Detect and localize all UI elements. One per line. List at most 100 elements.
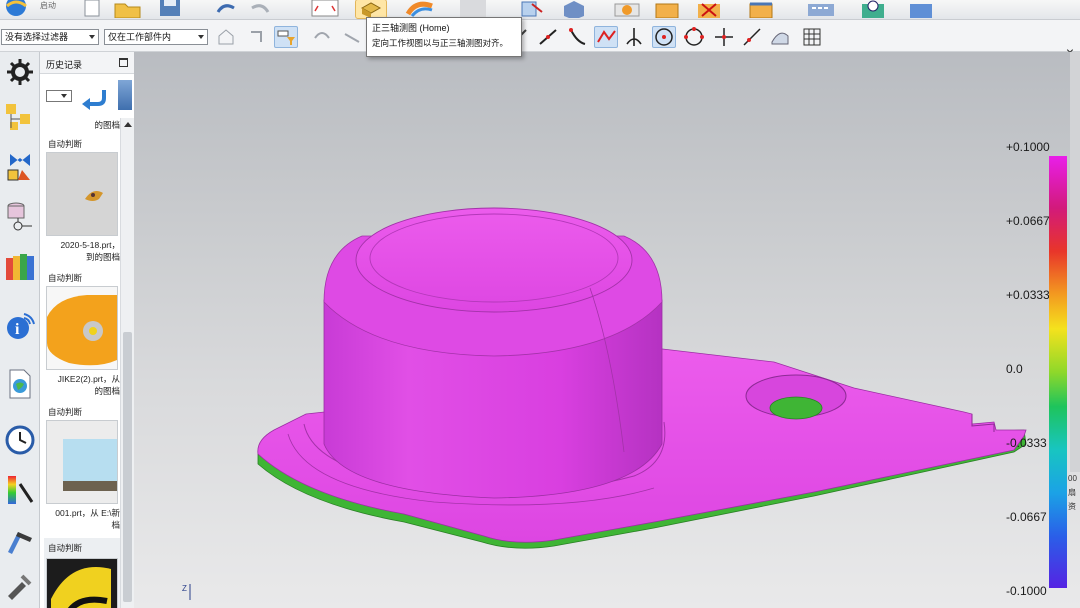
snap-on-curve-icon[interactable] <box>740 26 764 48</box>
view-box-icon[interactable] <box>458 0 488 18</box>
selection-scope-value: 仅在工作部件内 <box>108 32 172 42</box>
chevron-down-icon <box>198 35 204 39</box>
history-entry-caption-2: 档 <box>111 520 120 530</box>
assembly-navigator-icon[interactable] <box>3 100 37 136</box>
synchronous-icon[interactable] <box>746 0 776 19</box>
graphics-viewport[interactable]: Z +0.1000 +0.0667 +0.0333 0.0 -0.0333 -0… <box>134 52 1080 608</box>
measure-icon[interactable] <box>858 0 888 18</box>
right-edge-strip <box>1070 52 1080 472</box>
extrude-icon[interactable] <box>560 0 590 20</box>
snap-curve-icon[interactable] <box>566 26 590 48</box>
model-3d[interactable] <box>134 52 1080 608</box>
save-icon[interactable] <box>156 0 186 18</box>
history-group-label: 自动判断 <box>48 407 83 417</box>
info-icon[interactable]: i <box>3 308 37 344</box>
history-thumbnail[interactable] <box>46 286 118 370</box>
legend-value-6: -0.0667 <box>1006 510 1047 524</box>
view-tooltip: 正三轴测图 (Home) 定向工作视图以与正三轴测图对齐。 <box>366 17 522 57</box>
tooltip-title: 正三轴测图 (Home) <box>372 23 450 33</box>
history-title: 历史记录 <box>46 60 83 70</box>
offset-face-icon[interactable] <box>652 0 682 19</box>
legend-value-max: +0.1000 <box>1006 140 1050 154</box>
constraint-navigator-icon[interactable] <box>3 148 37 184</box>
select-feature-icon[interactable] <box>246 26 270 48</box>
back-arrow-icon[interactable] <box>80 84 108 110</box>
svg-text:i: i <box>15 321 20 338</box>
axis-z-label: Z <box>182 584 187 593</box>
history-preview-strip <box>118 80 132 110</box>
legend-value-3: +0.0333 <box>1006 288 1050 302</box>
scroll-up-icon[interactable] <box>124 122 132 127</box>
web-browser-icon[interactable] <box>3 366 37 402</box>
roles-tools-icon[interactable] <box>3 568 37 604</box>
history-entry-caption[interactable]: 2020-5-18.prt， <box>44 240 120 251</box>
reuse-library-icon[interactable] <box>3 248 37 284</box>
side-note: 00 扇 资 <box>1068 472 1080 514</box>
pattern-icon[interactable] <box>806 0 836 18</box>
undo-icon[interactable] <box>212 0 242 18</box>
selection-filter-dropdown[interactable]: 没有选择过滤器 <box>1 29 99 45</box>
snap-on-face-icon[interactable] <box>768 26 792 48</box>
history-scrollbar[interactable] <box>120 118 134 608</box>
start-label[interactable]: 启动 <box>40 0 56 11</box>
snap-intersection-icon[interactable] <box>712 26 736 48</box>
snap-point-icon[interactable] <box>310 26 334 48</box>
snap-end-icon[interactable] <box>340 26 364 48</box>
general-selection-icon[interactable] <box>214 26 238 48</box>
history-list: 的图档 自动判断 2020-5-18.prt， 到的图档 自动判断 JIKE2(… <box>40 118 120 608</box>
part-navigator-icon[interactable] <box>3 198 37 234</box>
snap-tangent-icon[interactable] <box>622 26 646 48</box>
chevron-down-icon <box>61 94 67 98</box>
selection-scope-dropdown[interactable]: 仅在工作部件内 <box>104 29 208 45</box>
process-studio-icon[interactable] <box>3 522 37 558</box>
history-clock-icon[interactable] <box>3 422 37 458</box>
filter-funnel-icon[interactable] <box>274 26 298 48</box>
legend-value-zero: 0.0 <box>1006 362 1023 376</box>
maximize-icon[interactable] <box>119 58 128 67</box>
snap-quadrant-icon[interactable] <box>682 26 706 48</box>
snap-line-icon[interactable] <box>536 26 560 48</box>
color-analysis-icon[interactable] <box>3 472 37 508</box>
side-note-line1: 00 <box>1068 474 1077 483</box>
ribbon-strip: 启动 <box>0 0 1080 20</box>
new-file-icon[interactable] <box>76 0 106 18</box>
legend-value-min: -0.1000 <box>1006 584 1047 598</box>
sketch-icon[interactable] <box>518 0 548 18</box>
delete-face-icon[interactable] <box>694 0 724 18</box>
color-legend-bar <box>1049 156 1067 588</box>
history-group-label: 自动判断 <box>48 273 83 283</box>
history-tools <box>40 74 134 118</box>
history-top-caption: 的图档 <box>94 120 120 130</box>
open-folder-icon[interactable] <box>112 0 142 19</box>
selection-filter-value: 没有选择过滤器 <box>5 32 69 42</box>
legend-value-2: +0.0667 <box>1006 214 1050 228</box>
snap-vertex-icon[interactable] <box>594 26 618 48</box>
analysis-icon[interactable] <box>906 0 936 18</box>
history-header: 历史记录 <box>40 52 134 74</box>
history-group-label: 自动判断 <box>48 543 83 553</box>
history-entry-caption-2: 到的图档 <box>85 252 120 262</box>
move-face-icon[interactable] <box>612 0 642 18</box>
history-panel: 历史记录 的图档 自动判断 2020-5-18.prt， 到的图档 自动判断 J… <box>40 52 134 608</box>
history-entry-caption[interactable]: JIKE2(2).prt，从 <box>44 374 120 385</box>
history-thumbnail[interactable] <box>46 152 118 236</box>
snap-arc-center-icon[interactable] <box>652 26 676 48</box>
side-note-line2: 扇 <box>1068 488 1076 497</box>
history-thumbnail[interactable] <box>46 420 118 504</box>
history-entry-caption[interactable]: 001.prt，从 E:\新 <box>44 508 120 519</box>
app-logo-icon[interactable] <box>2 0 32 18</box>
scrollbar-thumb[interactable] <box>123 332 132 602</box>
history-thumbnail[interactable] <box>46 558 118 608</box>
chevron-down-icon <box>89 35 95 39</box>
history-group-label: 自动判断 <box>48 139 83 149</box>
shading-icon[interactable] <box>404 0 434 18</box>
trimetric-view-icon[interactable] <box>355 0 387 19</box>
fit-view-icon[interactable] <box>310 0 340 18</box>
resource-bar: i <box>0 52 40 608</box>
settings-gear-icon[interactable] <box>3 54 37 90</box>
legend-value-5: -0.0333 <box>1006 436 1047 450</box>
history-view-dropdown[interactable] <box>46 90 72 102</box>
selection-toolbar: 没有选择过滤器 仅在工作部件内 <box>0 20 1080 60</box>
grid-icon[interactable] <box>800 26 824 48</box>
redo-icon[interactable] <box>246 0 276 18</box>
